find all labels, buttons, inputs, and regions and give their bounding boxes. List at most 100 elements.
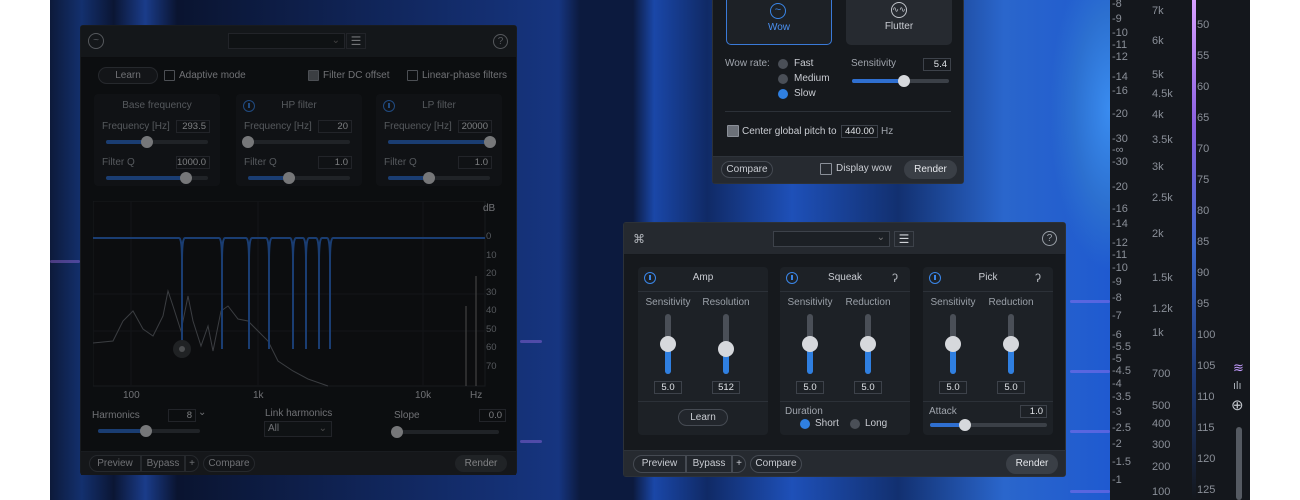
divider	[780, 401, 910, 402]
amplitude-ruler-tick: -16	[1112, 203, 1128, 215]
bypass-plus-button[interactable]: +	[732, 455, 746, 473]
attack-field[interactable]: 1.0	[1020, 405, 1047, 418]
lp-filter-box: LP filter Frequency [Hz] 20000 Filter Q 1.0	[376, 94, 502, 186]
vertical-slider[interactable]	[660, 314, 676, 374]
duration-short-radio[interactable]	[800, 419, 810, 429]
filter-q-field[interactable]: 1000.0	[176, 156, 210, 169]
filter-q-slider[interactable]	[248, 172, 350, 184]
frequency-ruler-tick: 4k	[1152, 109, 1164, 121]
frequency-slider[interactable]	[106, 136, 208, 148]
amplitude-ruler-tick: -20	[1112, 108, 1128, 120]
slider-value-field[interactable]: 512	[712, 381, 740, 394]
slider-value-field[interactable]: 5.0	[997, 381, 1025, 394]
bypass-button[interactable]: Bypass	[141, 455, 185, 472]
linear-phase-checkbox[interactable]	[407, 70, 418, 81]
slider-value-field[interactable]: 5.0	[654, 381, 682, 394]
duration-label: Duration	[785, 406, 823, 417]
filter-graph[interactable]	[93, 201, 493, 391]
bypass-plus-button[interactable]: +	[185, 455, 199, 472]
center-pitch-label: Center global pitch to	[742, 126, 837, 137]
render-button[interactable]: Render	[1006, 454, 1058, 474]
bypass-button[interactable]: Bypass	[686, 455, 732, 473]
sensitivity-slider[interactable]	[852, 75, 949, 87]
slope-field[interactable]: 0.0	[479, 409, 506, 422]
center-pitch-checkbox[interactable]	[727, 125, 739, 137]
preview-button[interactable]: Preview	[633, 455, 686, 473]
chevron-down-icon[interactable]: ⌄	[198, 407, 206, 418]
center-pitch-field[interactable]: 440.00	[841, 125, 878, 138]
hum-icon: ~	[88, 33, 104, 49]
frequency-label: Frequency [Hz]	[102, 121, 170, 132]
wow-rate-radio-medium[interactable]	[778, 74, 788, 84]
help-icon[interactable]: ?	[493, 34, 508, 49]
vertical-slider[interactable]	[860, 314, 876, 374]
vertical-slider[interactable]	[1003, 314, 1019, 374]
compare-button[interactable]: Compare	[750, 455, 802, 473]
slider-value-field[interactable]: 5.0	[854, 381, 882, 394]
frequency-ruler-tick: 4.5k	[1152, 88, 1173, 100]
harmonics-slider[interactable]	[98, 425, 200, 437]
filter-q-field[interactable]: 1.0	[318, 156, 352, 169]
frequency-field[interactable]: 20000	[458, 120, 492, 133]
render-button[interactable]: Render	[455, 455, 507, 472]
color-scale-tick: 90	[1197, 267, 1210, 279]
zoom-slider[interactable]	[1236, 427, 1242, 500]
sensitivity-field[interactable]: 5.4	[923, 58, 951, 71]
display-wow-checkbox[interactable]	[820, 163, 832, 175]
color-scale-tick: 80	[1197, 205, 1210, 217]
divider	[923, 401, 1053, 402]
menu-icon[interactable]: ☰	[894, 231, 914, 247]
slope-slider[interactable]	[391, 426, 499, 438]
waveform-icon[interactable]: ılı	[1233, 380, 1242, 392]
amplitude-ruler-tick: -4.5	[1112, 365, 1131, 377]
frequency-field[interactable]: 293.5	[176, 120, 210, 133]
wow-rate-radio-fast[interactable]	[778, 59, 788, 69]
help-icon[interactable]: ?	[1042, 231, 1057, 246]
attack-slider[interactable]	[930, 419, 1047, 431]
preset-dropdown[interactable]: ⌄	[228, 33, 345, 49]
wow-mode-button[interactable]: ~ Wow	[726, 0, 832, 45]
filter-q-field[interactable]: 1.0	[458, 156, 492, 169]
adaptive-mode-checkbox[interactable]	[164, 70, 175, 81]
frequency-ruler-tick: 100	[1152, 486, 1171, 498]
menu-icon[interactable]: ☰	[346, 33, 366, 49]
filter-q-label: Filter Q	[244, 157, 277, 168]
amplitude-ruler-tick: -7	[1112, 310, 1122, 322]
link-harmonics-dropdown[interactable]: All ⌄	[264, 421, 332, 437]
frequency-field[interactable]: 20	[318, 120, 352, 133]
filter-dc-offset-checkbox[interactable]	[308, 70, 319, 81]
waveform-spectrogram-icon[interactable]: ≋	[1233, 360, 1244, 376]
slider-label: Reduction	[845, 297, 891, 308]
harmonics-field[interactable]: 8	[168, 409, 196, 422]
color-scale-tick: 95	[1197, 298, 1210, 310]
attack-label: Attack	[929, 406, 957, 417]
render-button[interactable]: Render	[904, 160, 957, 179]
learn-button[interactable]: Learn	[678, 409, 728, 426]
compare-button[interactable]: Compare	[721, 161, 773, 178]
vertical-slider[interactable]	[802, 314, 818, 374]
zoom-in-icon[interactable]: ⊕	[1231, 396, 1244, 414]
frequency-ruler-tick: 700	[1152, 368, 1171, 380]
compare-button[interactable]: Compare	[203, 455, 255, 472]
wow-label: Wow	[767, 22, 791, 33]
flutter-mode-button[interactable]: ∿∿ Flutter	[846, 0, 952, 45]
color-scale-tick: 120	[1197, 453, 1216, 465]
preview-button[interactable]: Preview	[89, 455, 141, 472]
slider-value-field[interactable]: 5.0	[796, 381, 824, 394]
vertical-slider[interactable]	[718, 314, 734, 374]
slider-value-field[interactable]: 5.0	[939, 381, 967, 394]
amplitude-ruler-tick: -5	[1112, 353, 1122, 365]
filter-q-slider[interactable]	[388, 172, 490, 184]
linear-phase-label: Linear-phase filters	[422, 70, 508, 81]
frequency-slider[interactable]	[388, 136, 496, 148]
duration-long-radio[interactable]	[850, 419, 860, 429]
vertical-slider[interactable]	[945, 314, 961, 374]
wow-rate-radio-slow[interactable]	[778, 89, 788, 99]
filter-q-slider[interactable]	[106, 172, 208, 184]
amplitude-ruler-tick: -4	[1112, 378, 1122, 390]
wow-flutter-panel: ~ Wow ∿∿ Flutter Wow rate: Sensitivity 5…	[712, 0, 964, 184]
squeak-title: Squeak	[828, 272, 862, 283]
learn-button[interactable]: Learn	[98, 67, 158, 84]
flutter-label: Flutter	[884, 21, 914, 32]
frequency-slider[interactable]	[242, 136, 350, 148]
